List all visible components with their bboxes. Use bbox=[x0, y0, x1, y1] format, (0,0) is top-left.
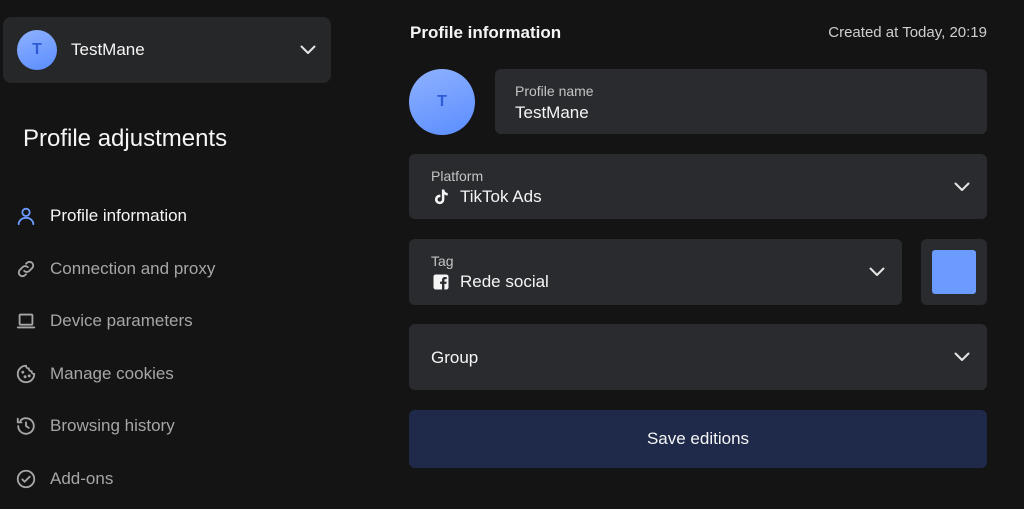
sidebar: T TestMane Profile adjustments Profile i… bbox=[0, 0, 340, 509]
main-panel: Profile information Created at Today, 20… bbox=[409, 0, 987, 509]
sidebar-nav: Profile information Connection and proxy… bbox=[14, 190, 215, 505]
sidebar-item-manage-cookies[interactable]: Manage cookies bbox=[14, 348, 215, 401]
sidebar-title: Profile adjustments bbox=[23, 125, 228, 152]
tag-select[interactable]: Tag Rede social bbox=[409, 239, 902, 305]
save-button[interactable]: Save editions bbox=[409, 410, 987, 468]
profile-selector-name: TestMane bbox=[71, 40, 145, 59]
created-timestamp: Created at Today, 20:19 bbox=[828, 24, 987, 41]
sidebar-item-device-parameters[interactable]: Device parameters bbox=[14, 295, 215, 348]
history-icon bbox=[14, 414, 38, 438]
profile-name-value[interactable]: TestMane bbox=[515, 103, 589, 123]
color-swatch bbox=[932, 250, 976, 294]
sidebar-item-label: Manage cookies bbox=[50, 363, 174, 383]
profile-avatar[interactable]: T bbox=[409, 69, 475, 135]
check-circle-icon bbox=[14, 467, 38, 491]
sidebar-item-label: Browsing history bbox=[50, 416, 175, 436]
tiktok-icon bbox=[431, 187, 451, 207]
platform-value-text: TikTok Ads bbox=[460, 187, 542, 206]
chevron-down-icon[interactable] bbox=[299, 41, 317, 59]
laptop-icon bbox=[14, 309, 38, 333]
sidebar-item-connection-and-proxy[interactable]: Connection and proxy bbox=[14, 243, 215, 296]
sidebar-item-label: Connection and proxy bbox=[50, 258, 216, 278]
tag-value: Rede social bbox=[431, 272, 549, 292]
platform-label: Platform bbox=[431, 168, 484, 184]
group-placeholder: Group bbox=[431, 348, 479, 367]
link-icon bbox=[14, 257, 38, 281]
sidebar-item-profile-information[interactable]: Profile information bbox=[14, 190, 215, 243]
profile-name-label: Profile name bbox=[515, 83, 594, 99]
user-icon bbox=[14, 204, 38, 228]
facebook-icon bbox=[431, 272, 451, 292]
sidebar-item-label: Profile information bbox=[50, 206, 188, 226]
profile-selector[interactable]: T TestMane bbox=[3, 17, 331, 83]
profile-name-field[interactable]: Profile name TestMane bbox=[495, 69, 987, 134]
platform-value: TikTok Ads bbox=[431, 187, 542, 207]
chevron-down-icon[interactable] bbox=[953, 178, 971, 196]
sidebar-item-label: Add-ons bbox=[50, 468, 114, 488]
sidebar-item-label: Device parameters bbox=[50, 311, 193, 331]
sidebar-item-browsing-history[interactable]: Browsing history bbox=[14, 400, 215, 453]
chevron-down-icon[interactable] bbox=[868, 263, 886, 281]
avatar: T bbox=[17, 30, 57, 70]
page-title: Profile information bbox=[410, 23, 562, 42]
platform-select[interactable]: Platform TikTok Ads bbox=[409, 154, 987, 219]
sidebar-item-add-ons[interactable]: Add-ons bbox=[14, 453, 215, 506]
cookie-icon bbox=[14, 362, 38, 386]
chevron-down-icon[interactable] bbox=[953, 348, 971, 366]
tag-value-text: Rede social bbox=[460, 272, 549, 291]
tag-label: Tag bbox=[431, 253, 454, 269]
tag-color-picker[interactable] bbox=[921, 239, 987, 305]
group-select[interactable]: Group bbox=[409, 324, 987, 390]
